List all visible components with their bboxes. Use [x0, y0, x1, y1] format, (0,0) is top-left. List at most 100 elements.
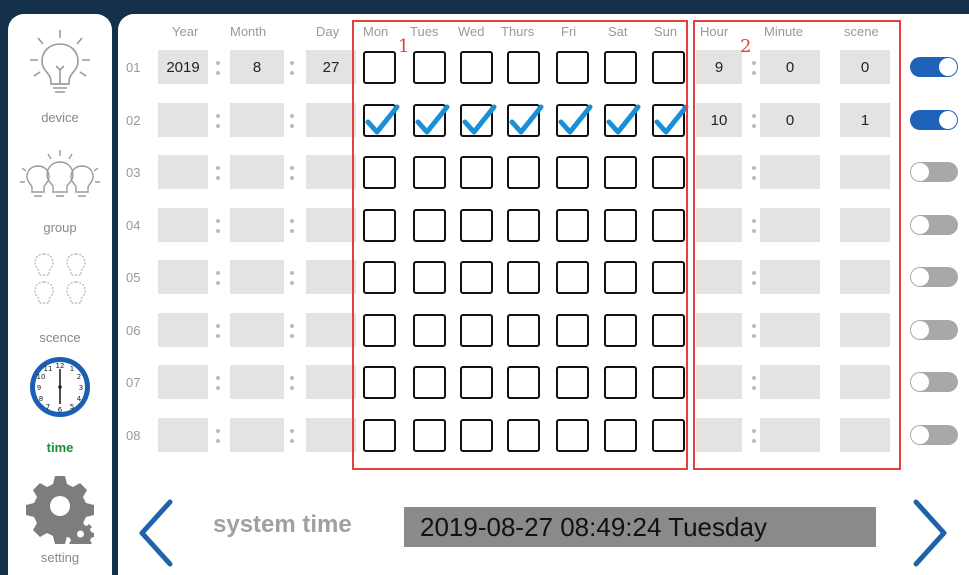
year-field[interactable]: [158, 260, 208, 294]
year-field[interactable]: [158, 103, 208, 137]
svg-text:10: 10: [37, 373, 46, 381]
sidebar-item-label: time: [46, 440, 74, 455]
toggle-knob: [939, 58, 957, 76]
prev-button[interactable]: [136, 498, 176, 573]
sidebar-item-setting[interactable]: setting: [8, 472, 112, 572]
header-day: Day: [316, 24, 340, 39]
row-number: 01: [126, 60, 141, 75]
enable-toggle[interactable]: [910, 57, 958, 77]
month-field[interactable]: [230, 103, 284, 137]
annotation-number: 2: [740, 36, 752, 57]
colon-separator: [216, 376, 220, 390]
row-number: 06: [126, 323, 141, 338]
svg-text:6: 6: [58, 406, 63, 414]
gear-icon: [8, 472, 112, 549]
day-field[interactable]: 27: [306, 50, 356, 84]
colon-separator: [290, 429, 294, 443]
colon-separator: [290, 271, 294, 285]
bulb-icon: [8, 22, 112, 105]
row-number: 03: [126, 165, 141, 180]
sidebar-item-device[interactable]: device: [8, 22, 112, 142]
colon-separator: [216, 429, 220, 443]
sidebar-item-label: group: [43, 220, 77, 235]
svg-text:11: 11: [44, 365, 53, 373]
clock-icon: 12 1 2 345 678 9 10 11: [8, 354, 112, 425]
sidebar-item-group[interactable]: group: [8, 146, 112, 246]
year-field[interactable]: [158, 418, 208, 452]
month-field[interactable]: [230, 418, 284, 452]
toggle-knob: [911, 321, 929, 339]
annotation-box-time-scene: [693, 20, 901, 470]
chevron-right-icon: [913, 499, 947, 567]
svg-text:3: 3: [79, 384, 83, 392]
day-field[interactable]: [306, 313, 356, 347]
day-field[interactable]: [306, 260, 356, 294]
sidebar-item-scence[interactable]: scence: [8, 248, 112, 348]
svg-text:5: 5: [70, 403, 74, 411]
colon-separator: [216, 114, 220, 128]
year-field[interactable]: [158, 208, 208, 242]
day-field[interactable]: [306, 155, 356, 189]
enable-toggle[interactable]: [910, 215, 958, 235]
row-number: 05: [126, 270, 141, 285]
bulbs-group-icon: [8, 146, 112, 207]
day-field[interactable]: [306, 208, 356, 242]
annotation-number: 1: [398, 36, 410, 57]
month-field[interactable]: 8: [230, 50, 284, 84]
month-field[interactable]: [230, 155, 284, 189]
year-field[interactable]: [158, 365, 208, 399]
enable-toggle[interactable]: [910, 320, 958, 340]
sidebar: device group scence 12 1 2 3 4 5 6 7 8 9…: [8, 14, 112, 575]
month-field[interactable]: [230, 365, 284, 399]
month-field[interactable]: [230, 313, 284, 347]
sidebar-item-label: device: [41, 110, 79, 125]
toggle-knob: [911, 216, 929, 234]
colon-separator: [216, 166, 220, 180]
colon-separator: [216, 271, 220, 285]
svg-text:2: 2: [77, 373, 81, 381]
day-field[interactable]: [306, 103, 356, 137]
colon-separator: [216, 61, 220, 75]
row-number: 04: [126, 218, 141, 233]
colon-separator: [290, 166, 294, 180]
colon-separator: [290, 376, 294, 390]
enable-toggle[interactable]: [910, 372, 958, 392]
toggle-knob: [911, 373, 929, 391]
annotation-box-weekdays: [352, 20, 688, 470]
toggle-knob: [939, 111, 957, 129]
year-field[interactable]: [158, 155, 208, 189]
day-field[interactable]: [306, 418, 356, 452]
row-number: 02: [126, 113, 141, 128]
next-button[interactable]: [910, 498, 950, 573]
toggle-knob: [911, 268, 929, 286]
svg-text:4: 4: [77, 395, 82, 403]
enable-toggle[interactable]: [910, 425, 958, 445]
bulbs-scene-icon: [8, 248, 112, 317]
svg-text:12: 12: [56, 362, 65, 370]
toggle-knob: [911, 163, 929, 181]
header-month: Month: [230, 24, 267, 39]
year-field[interactable]: 2019: [158, 50, 208, 84]
colon-separator: [290, 61, 294, 75]
enable-toggle[interactable]: [910, 162, 958, 182]
svg-text:8: 8: [39, 395, 43, 403]
day-field[interactable]: [306, 365, 356, 399]
system-time-label: system time: [213, 511, 352, 538]
system-time-value: 2019-08-27 08:49:24 Tuesday: [404, 507, 876, 547]
colon-separator: [216, 324, 220, 338]
svg-text:9: 9: [37, 384, 41, 392]
svg-text:1: 1: [70, 365, 74, 373]
enable-toggle[interactable]: [910, 110, 958, 130]
enable-toggle[interactable]: [910, 267, 958, 287]
schedule-panel: Year Month Day Mon Tues Wed Thurs Fri Sa…: [118, 14, 969, 575]
colon-separator: [290, 324, 294, 338]
svg-text:7: 7: [46, 403, 50, 411]
sidebar-item-time[interactable]: 12 1 2 345 678 9 10 11 time: [8, 354, 112, 458]
month-field[interactable]: [230, 208, 284, 242]
colon-separator: [216, 219, 220, 233]
row-number: 08: [126, 428, 141, 443]
year-field[interactable]: [158, 313, 208, 347]
sidebar-item-label: setting: [40, 550, 80, 565]
month-field[interactable]: [230, 260, 284, 294]
toggle-knob: [911, 426, 929, 444]
